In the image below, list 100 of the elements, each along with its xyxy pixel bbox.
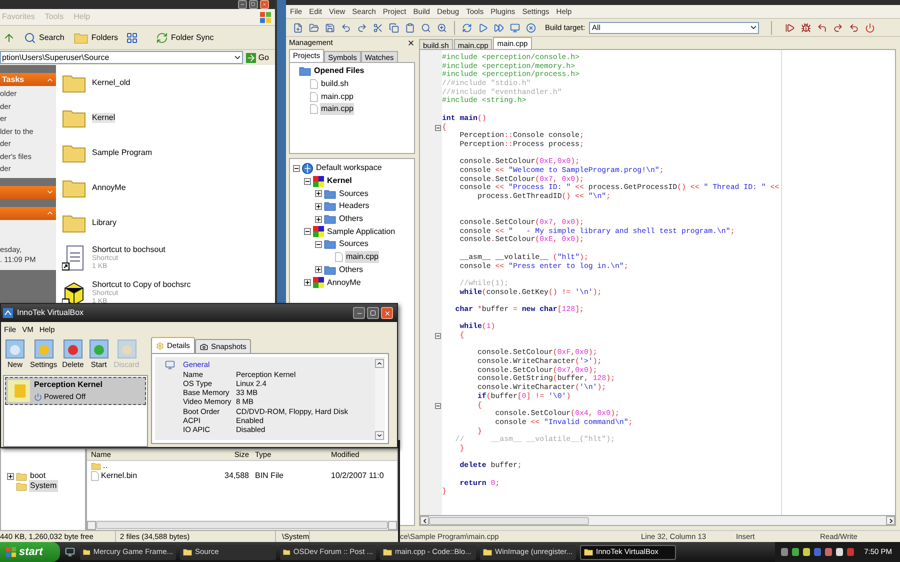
folder-icon [283,548,290,556]
tree-item[interactable]: build.sh [320,78,350,90]
tree-item[interactable]: Sources [338,188,370,200]
close-icon [384,310,390,316]
search-button[interactable] [420,22,432,34]
start-button[interactable]: start [0,542,60,562]
fold-marker-icon[interactable] [435,333,441,340]
play-button[interactable] [477,22,489,34]
fold-marker-icon[interactable] [435,402,441,409]
copy-icon [389,22,399,32]
step-button[interactable] [784,22,796,34]
expand-icon[interactable] [315,202,322,210]
maximize-button[interactable] [367,307,379,319]
toolbar-item[interactable]: Folders [72,32,120,44]
stop-button[interactable] [525,22,537,34]
toolbar-item[interactable]: Search [22,32,66,44]
paste-button[interactable] [404,22,416,34]
collapse-icon[interactable] [293,164,300,172]
close-button[interactable] [260,0,269,9]
scroll-thumb[interactable] [429,516,589,524]
redo-button[interactable] [832,22,844,34]
monitor-icon [65,547,75,557]
scroll-up-button[interactable] [375,359,384,368]
minimize-button[interactable] [353,307,365,319]
redo-button[interactable] [356,22,368,34]
expand-icon[interactable] [304,279,311,286]
windows-logo-icon [260,12,271,22]
file-name[interactable]: Kernel_old [92,78,130,88]
expand-icon[interactable] [315,266,322,274]
file-name[interactable]: Shortcut to Copy of bochsrc [92,280,191,290]
file-name[interactable]: Sample Program [92,148,152,158]
folder-icon [324,239,336,250]
file-name[interactable]: Shortcut to bochsout [92,244,166,254]
expand-icon[interactable] [315,216,322,223]
scroll-left-button[interactable] [420,516,429,525]
undo-button[interactable] [848,22,860,34]
tree-item[interactable]: main.cpp [345,251,380,264]
collapse-icon[interactable] [315,240,322,248]
undo-icon [341,22,351,32]
quick-launch-icon[interactable] [64,546,76,558]
power-button[interactable] [864,22,876,34]
tree-item[interactable]: Others [338,264,364,276]
copy-button[interactable] [388,22,400,34]
refresh-button[interactable] [461,22,473,34]
tree-item[interactable]: main.cpp [320,90,354,103]
zoom-button[interactable] [436,22,448,34]
folder-icon [324,214,336,224]
new-file-button[interactable] [292,22,304,34]
close-button[interactable] [381,307,393,319]
tree-item[interactable]: Sample Application [326,226,396,238]
grid-icon [126,32,138,44]
shortcut-document-icon [62,244,86,270]
scroll-thumb[interactable] [96,521,388,529]
go-button[interactable]: Go [246,52,275,64]
folder-icon [383,548,392,556]
file-name[interactable]: Kernel [92,112,116,122]
minimize-button[interactable] [238,0,247,9]
tree-item[interactable]: Headers [338,200,370,212]
file-name[interactable]: Library [92,218,116,228]
maximize-button[interactable] [249,0,258,9]
return-button[interactable] [816,22,828,34]
bug-button[interactable] [800,22,812,34]
tree-item[interactable]: System [29,480,58,492]
tree-item[interactable]: AnnoyMe [326,276,362,289]
monitor-button[interactable] [509,22,521,34]
collapse-icon[interactable] [304,228,311,236]
save-button[interactable] [324,22,336,34]
close-icon [262,2,267,7]
tree-item[interactable]: main.cpp [320,103,354,116]
folder-icon [83,548,90,556]
fast-forward-button[interactable] [493,22,505,34]
maximize-icon [251,2,256,7]
expand-icon[interactable] [315,190,322,198]
cut-button[interactable] [372,22,384,34]
section-title: Tasks [2,74,24,86]
tree-item[interactable]: Others [338,213,364,226]
tree-item[interactable]: Kernel [326,175,353,188]
scroll-down-button[interactable] [375,431,384,440]
save-icon [325,22,335,32]
power-icon [34,393,42,401]
tree-item[interactable]: Sources [338,238,370,250]
tree-item[interactable]: Default workspace [315,162,383,174]
scroll-right-button[interactable] [886,516,895,525]
fold-marker-icon[interactable] [435,124,441,131]
folder-icon [74,32,88,44]
undo-button[interactable] [340,22,352,34]
open-folder-button[interactable] [308,22,320,34]
file-name[interactable]: AnnoyMe [92,182,126,192]
tree-item[interactable]: Opened Files [313,65,366,78]
expand-icon[interactable] [7,472,14,480]
sync-icon [156,32,168,44]
window-title: InnoTek VirtualBox [17,307,85,319]
paste-icon [405,22,415,32]
address-field[interactable]: ption\Users\Superuser\Source [0,51,244,64]
undo-icon [849,22,860,32]
toolbar-item[interactable]: Folder Sync [154,32,216,44]
collapse-icon[interactable] [304,178,311,185]
close-icon[interactable] [407,39,415,47]
folder-icon [16,472,27,480]
tree-item[interactable]: boot [29,470,47,482]
